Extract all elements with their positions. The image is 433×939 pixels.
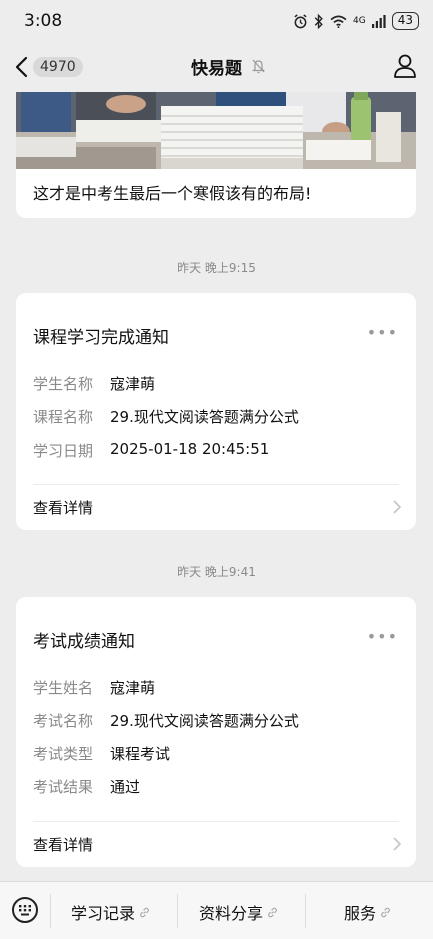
article-image xyxy=(16,92,416,169)
menu-separator xyxy=(50,894,51,928)
user-icon[interactable] xyxy=(393,53,417,79)
message-timestamp: 昨天 晚上9:41 xyxy=(177,565,256,579)
article-title[interactable]: 这才是中考生最后一个寒假该有的布局! xyxy=(33,180,311,204)
field-value: 2025-01-18 20:45:51 xyxy=(110,440,270,458)
field-value: 寇津萌 xyxy=(110,679,156,697)
field-label: 学习日期 xyxy=(33,442,94,460)
field-value: 寇津萌 xyxy=(110,375,156,393)
menu-item-resources[interactable]: 资料分享 xyxy=(199,900,278,924)
status-icons: 4G 43 xyxy=(293,12,419,30)
message-timestamp: 昨天 晚上9:15 xyxy=(177,261,256,275)
notice-title: 课程学习完成通知 xyxy=(33,328,169,348)
field-value: 29.现代文阅读答题满分公式 xyxy=(110,712,299,730)
menu-item-label: 资料分享 xyxy=(199,904,264,923)
menu-separator xyxy=(177,894,178,928)
chevron-right-icon[interactable] xyxy=(392,836,402,852)
network-type: 4G xyxy=(353,15,366,26)
more-dots-icon[interactable]: ••• xyxy=(367,323,398,342)
field-label: 学生名称 xyxy=(33,375,94,393)
field-value: 通过 xyxy=(110,778,141,796)
bell-off-icon xyxy=(252,59,265,74)
menu-item-study-records[interactable]: 学习记录 xyxy=(71,900,150,924)
classroom-photo xyxy=(16,92,416,169)
page-title-text: 快易题 xyxy=(191,59,242,79)
field-label: 考试类型 xyxy=(33,745,94,763)
field-label: 考试结果 xyxy=(33,778,94,796)
view-details-link[interactable]: 查看详情 xyxy=(33,497,93,518)
field-label: 课程名称 xyxy=(33,408,94,426)
status-bar: 3:08 4G 43 xyxy=(0,0,433,42)
field-value: 29.现代文阅读答题满分公式 xyxy=(110,408,299,426)
alarm-icon xyxy=(294,13,307,28)
field-value: 课程考试 xyxy=(110,745,171,763)
divider xyxy=(33,821,399,822)
view-details-link[interactable]: 查看详情 xyxy=(33,834,93,855)
notice-title: 考试成绩通知 xyxy=(33,632,135,652)
menu-item-label: 学习记录 xyxy=(71,904,136,923)
page-title: 快易题 xyxy=(0,54,433,79)
nav-bar: 4970 快易题 xyxy=(0,42,433,92)
menu-separator xyxy=(305,894,306,928)
divider xyxy=(33,484,399,485)
menu-item-services[interactable]: 服务 xyxy=(344,900,391,924)
notice-card[interactable]: 课程学习完成通知 ••• 学生名称 寇津萌 课程名称 29.现代文阅读答题满分公… xyxy=(16,293,416,530)
bottom-menu-bar: 学习记录 资料分享 服务 xyxy=(0,881,433,939)
notice-card[interactable]: 考试成绩通知 ••• 学生姓名 寇津萌 考试名称 29.现代文阅读答题满分公式 … xyxy=(16,597,416,867)
battery-indicator: 43 xyxy=(391,12,419,30)
chevron-right-icon[interactable] xyxy=(392,499,402,515)
field-label: 学生姓名 xyxy=(33,679,94,697)
signal-icon xyxy=(371,14,386,28)
link-icon xyxy=(381,907,390,917)
status-time: 3:08 xyxy=(24,11,63,31)
bluetooth-icon xyxy=(314,13,323,29)
wifi-icon xyxy=(330,15,347,28)
more-dots-icon[interactable]: ••• xyxy=(367,627,398,646)
menu-item-label: 服务 xyxy=(344,904,377,923)
article-card[interactable]: 这才是中考生最后一个寒假该有的布局! xyxy=(16,92,416,218)
field-label: 考试名称 xyxy=(33,712,94,730)
link-icon xyxy=(140,907,149,917)
keyboard-icon[interactable] xyxy=(12,897,38,923)
link-icon xyxy=(268,907,277,917)
